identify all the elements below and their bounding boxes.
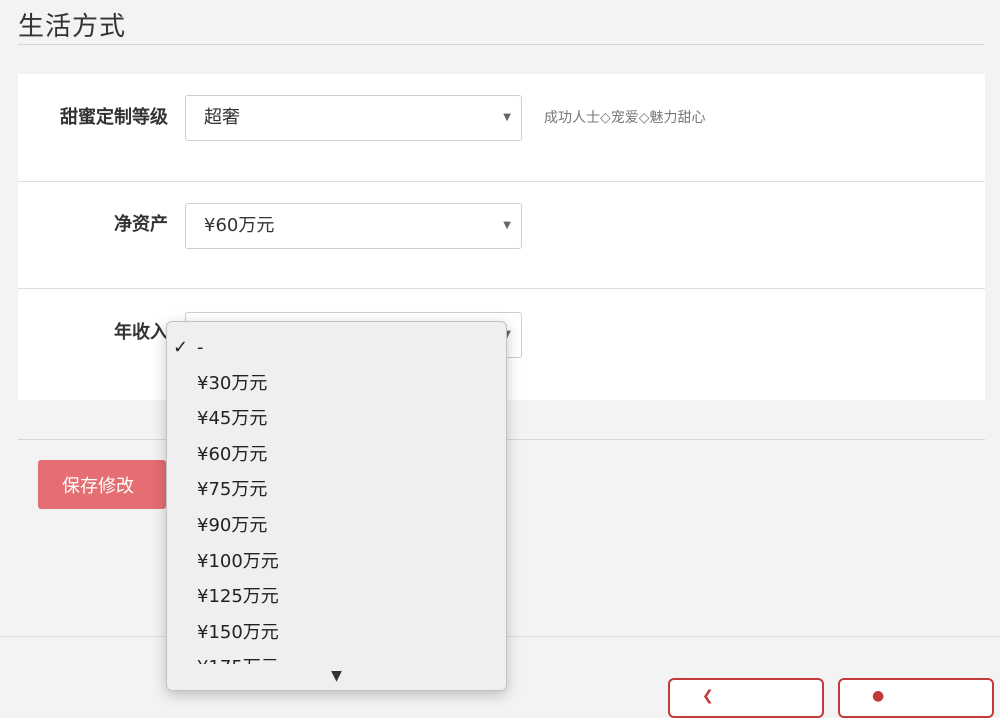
chevron-down-icon: ▼ <box>503 112 511 123</box>
section-title: 生活方式 <box>18 10 984 45</box>
footer-right-icon: ● <box>872 688 885 704</box>
sugar-level-hint: 成功人士◇宠爱◇魅力甜心 <box>544 110 706 126</box>
row-net-worth: 净资产 ¥60万元 ▼ <box>18 181 985 289</box>
dropdown-option-label: ¥100万元 <box>197 550 279 572</box>
dropdown-option-label: ¥90万元 <box>197 514 268 536</box>
dropdown-option-label: ¥60万元 <box>197 443 268 465</box>
footer-button-right[interactable]: ● <box>838 678 994 718</box>
sugar-level-value: 超奢 <box>204 107 240 128</box>
net-worth-value: ¥60万元 <box>204 215 275 236</box>
net-worth-label: 净资产 <box>114 214 168 235</box>
dropdown-option-label: ¥75万元 <box>197 479 268 501</box>
dropdown-option-label: ¥45万元 <box>197 408 268 430</box>
dropdown-option[interactable]: ¥150万元 <box>167 615 506 651</box>
footer-left-icon: ❮ <box>702 688 714 704</box>
dropdown-option[interactable]: ¥125万元 <box>167 579 506 615</box>
net-worth-select[interactable]: ¥60万元 ▼ <box>185 203 522 249</box>
dropdown-option[interactable]: ¥90万元 <box>167 508 506 544</box>
dropdown-option[interactable]: ¥175万元 <box>167 650 506 664</box>
dropdown-option-label: ¥150万元 <box>197 621 279 643</box>
dropdown-option[interactable]: ¥45万元 <box>167 401 506 437</box>
row-sugar-level: 甜蜜定制等级 超奢 ▼ 成功人士◇宠爱◇魅力甜心 <box>18 74 985 182</box>
dropdown-option[interactable]: ¥75万元 <box>167 472 506 508</box>
sugar-level-label: 甜蜜定制等级 <box>60 107 168 128</box>
annual-income-label: 年收入 <box>114 322 168 343</box>
dropdown-option-label: ¥175万元 <box>197 657 279 664</box>
checkmark-icon: ✓ <box>173 337 189 358</box>
annual-income-dropdown[interactable]: ✓ - ¥30万元 ¥45万元 ¥60万元 ¥75万元 ¥90万元 ¥100万元 ¥125万元 ¥… <box>166 321 507 691</box>
dropdown-option-label: ¥30万元 <box>197 372 268 394</box>
dropdown-option-list: ✓ - ¥30万元 ¥45万元 ¥60万元 ¥75万元 ¥90万元 ¥100万元 ¥125万元 ¥… <box>167 330 506 664</box>
dropdown-option[interactable]: ¥60万元 <box>167 437 506 473</box>
save-changes-button[interactable]: 保存修改 <box>38 460 166 509</box>
footer-button-left[interactable]: ❮ <box>668 678 824 718</box>
dropdown-option-label: - <box>197 337 204 358</box>
chevron-down-icon: ▼ <box>503 220 511 231</box>
scroll-down-arrow-icon[interactable]: ▼ <box>167 666 506 686</box>
dropdown-option[interactable]: ¥30万元 <box>167 366 506 402</box>
dropdown-option[interactable]: ✓ - <box>167 330 506 366</box>
sugar-level-select[interactable]: 超奢 ▼ <box>185 95 522 141</box>
dropdown-option-label: ¥125万元 <box>197 586 279 608</box>
dropdown-option[interactable]: ¥100万元 <box>167 544 506 580</box>
